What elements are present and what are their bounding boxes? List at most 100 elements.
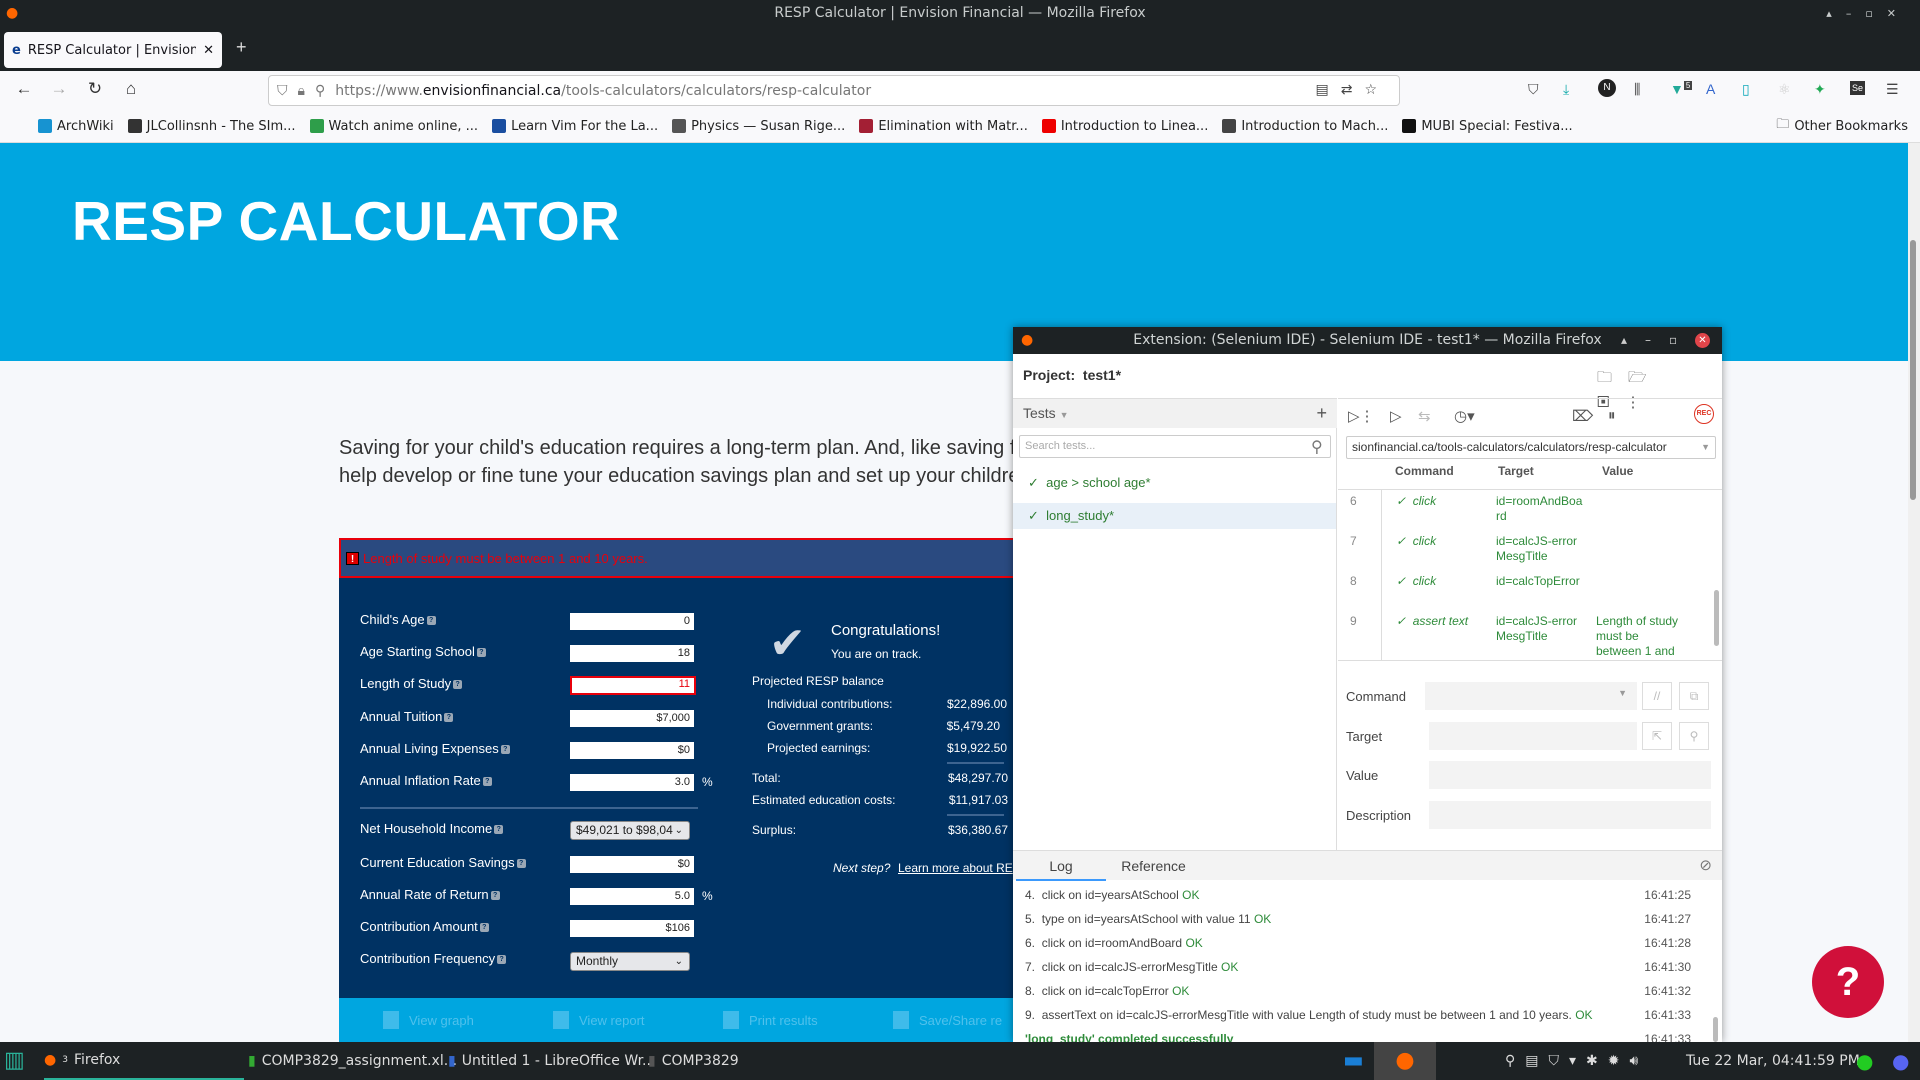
annual-rate-of-return-input[interactable]: 5.0	[570, 888, 694, 905]
help-icon[interactable]: ?	[494, 825, 504, 835]
close-tab-icon[interactable]: ✕	[203, 43, 214, 58]
help-icon[interactable]: ?	[497, 955, 507, 965]
vpn-extension-icon[interactable]: ▼ 5	[1670, 81, 1693, 97]
taskbar-item-writer[interactable]: ▮ Untitled 1 - LibreOffice Wr...	[448, 1042, 655, 1080]
app-launcher-icon[interactable]: ▥	[4, 1042, 25, 1080]
speed-icon[interactable]: ◷▾	[1454, 407, 1475, 425]
length-of-study-input[interactable]: 11	[570, 676, 696, 695]
react-devtools-icon[interactable]: ⚛	[1778, 81, 1791, 98]
open-reference-button[interactable]: ⧉	[1679, 682, 1709, 710]
log-scrollbar[interactable]	[1713, 1017, 1718, 1042]
close-window-button[interactable]: ✕	[1695, 333, 1710, 348]
selenium-ide-icon[interactable]: Se	[1850, 81, 1866, 95]
net-household-income-select[interactable]: $49,021 to $98,04 ⌄	[570, 821, 690, 840]
help-icon[interactable]: ?	[516, 859, 526, 869]
fox-extension-icon[interactable]: ✦	[1814, 81, 1826, 98]
help-icon[interactable]: ?	[444, 713, 454, 723]
project-name[interactable]: Project: test1*	[1023, 367, 1121, 383]
help-icon[interactable]: ?	[479, 923, 489, 933]
command-row[interactable]: 8 ✓ click id=calcTopError	[1338, 570, 1713, 610]
reload-icon[interactable]: ↻	[83, 79, 107, 99]
desktop-switcher-icon[interactable]: ▬	[1343, 1042, 1364, 1080]
downloads-icon[interactable]: ⤓	[1563, 81, 1569, 98]
annual-inflation-rate-input[interactable]: 3.0	[570, 774, 694, 791]
firefox-pager-icon[interactable]: ●	[1374, 1042, 1436, 1080]
grammarly-icon[interactable]: ●	[1856, 1042, 1873, 1080]
bookmark-item[interactable]: Elimination with Matr...	[859, 119, 1028, 134]
command-row[interactable]: 6 ✓ click id=roomAndBoard	[1338, 490, 1713, 530]
comment-toggle-button[interactable]: //	[1642, 682, 1672, 710]
bookmark-item[interactable]: Introduction to Linea...	[1041, 119, 1208, 134]
bookmark-item[interactable]: Introduction to Mach...	[1222, 119, 1388, 134]
help-icon[interactable]: ?	[476, 648, 486, 658]
base-url-select[interactable]: sionfinancial.ca/tools-calculators/calcu…	[1346, 436, 1716, 459]
description-input[interactable]	[1429, 801, 1711, 829]
target-input[interactable]	[1429, 722, 1637, 750]
url-bar[interactable]: ⛉ 🔒︎ ⚲ https://www.envisionfinancial.ca/to…	[268, 75, 1400, 106]
discord-icon[interactable]: ●	[1892, 1042, 1909, 1080]
current-education-savings-input[interactable]: $0	[570, 856, 694, 873]
library-icon[interactable]: ⫼	[1634, 81, 1640, 98]
shield-icon[interactable]: ⛉	[277, 83, 288, 99]
bookmark-item[interactable]: Learn Vim For the La...	[492, 119, 658, 134]
help-chat-button[interactable]: ?	[1812, 946, 1884, 1018]
value-input[interactable]	[1429, 761, 1711, 789]
annual-living-expenses-input[interactable]: $0	[570, 742, 694, 759]
help-icon[interactable]: ?	[453, 680, 463, 690]
bookmark-item[interactable]: MUBI Special: Festiva...	[1402, 119, 1573, 134]
childs-age-input[interactable]: 0	[570, 613, 694, 630]
help-icon[interactable]: ?	[482, 777, 492, 787]
other-bookmarks[interactable]: 🗀 Other Bookmarks	[1776, 115, 1908, 137]
pause-icon[interactable]: ⏸	[1608, 407, 1616, 424]
learn-more-link[interactable]: Learn more about RE	[898, 861, 1013, 875]
age-starting-school-input[interactable]: 18	[570, 645, 694, 662]
bookmark-item[interactable]: Watch anime online, ...	[309, 119, 478, 134]
view-graph-button[interactable]: View graph	[339, 1011, 509, 1029]
print-results-button[interactable]: Print results	[679, 1011, 849, 1029]
help-icon[interactable]: ?	[500, 745, 510, 755]
contribution-frequency-select[interactable]: Monthly ⌄	[570, 952, 690, 971]
command-input[interactable]: ▼	[1425, 682, 1637, 710]
save-extension-icon[interactable]: ▯	[1742, 81, 1750, 98]
annual-tuition-input[interactable]: $7,000	[570, 710, 694, 727]
clear-log-icon[interactable]: ⊘	[1699, 856, 1712, 874]
view-report-button[interactable]: View report	[509, 1011, 679, 1029]
keep-above-button[interactable]: ▴	[1621, 327, 1627, 354]
help-icon[interactable]: ?	[490, 891, 500, 901]
window-controls[interactable]: ▴–▫✕	[1826, 0, 1910, 27]
notion-icon[interactable]: N	[1598, 79, 1616, 97]
taskbar-item-folder[interactable]: ▮ COMP3829	[648, 1042, 739, 1080]
lock-icon[interactable]: 🔒︎	[298, 83, 305, 99]
run-all-tests-icon[interactable]: ▷⋮	[1348, 407, 1375, 425]
translate-extension-icon[interactable]: A	[1706, 81, 1715, 97]
new-tab-button[interactable]: +	[236, 37, 247, 58]
help-icon[interactable]: ?	[426, 616, 436, 626]
table-scrollbar[interactable]	[1714, 590, 1719, 646]
command-row[interactable]: 9 ✓ assert text id=calcJS-errorMesgTitle Le…	[1338, 610, 1713, 660]
reader-translate-bookmark-icons[interactable]: ▤⇄☆	[1315, 82, 1389, 98]
scrollbar-thumb[interactable]	[1910, 240, 1916, 500]
system-tray-icons[interactable]: ⚲▤⛉▾✱✹🔊︎	[1505, 1042, 1648, 1080]
test-item-selected[interactable]: ✓ long_study*	[1013, 503, 1336, 529]
menu-icon[interactable]: ☰	[1886, 81, 1899, 98]
bookmark-item[interactable]: Physics — Susan Rige...	[672, 119, 845, 134]
test-item[interactable]: ✓ age > school age*	[1013, 470, 1336, 496]
pocket-icon[interactable]: ⛉	[1528, 81, 1539, 98]
step-over-icon[interactable]: ⇆	[1418, 407, 1431, 425]
contribution-amount-input[interactable]: $106	[570, 920, 694, 937]
clock[interactable]: Tue 22 Mar, 04:41:59 PM	[1686, 1042, 1860, 1080]
forward-icon[interactable]: →	[47, 79, 71, 99]
permissions-icon[interactable]: ⚲	[315, 83, 325, 99]
tab-reference[interactable]: Reference	[1106, 851, 1201, 881]
bookmark-item[interactable]: JLCollinsnh - The SIm...	[127, 119, 296, 134]
error-banner[interactable]: ! Length of study must be between 1 and 1…	[339, 538, 1019, 578]
add-test-icon[interactable]: +	[1316, 399, 1327, 428]
record-button[interactable]: REC	[1694, 404, 1714, 424]
tests-dropdown[interactable]: Tests ▼ +	[1013, 399, 1337, 428]
maximize-button[interactable]: ▫	[1669, 327, 1677, 354]
run-test-icon[interactable]: ▷	[1390, 407, 1402, 425]
tab-log[interactable]: Log	[1016, 851, 1106, 881]
disable-breakpoints-icon[interactable]: ⌦	[1572, 407, 1593, 425]
taskbar-item-firefox[interactable]: ● 3 Firefox	[44, 1042, 244, 1080]
search-tests-input[interactable]: Search tests...	[1019, 435, 1331, 458]
